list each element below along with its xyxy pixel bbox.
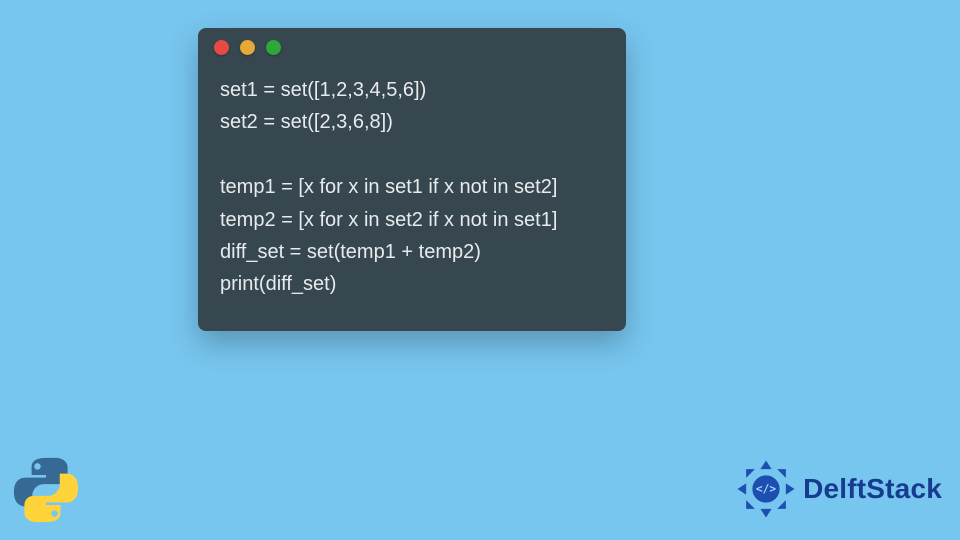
delftstack-mark-icon: </> <box>735 458 797 520</box>
code-line: temp2 = [x for x in set2 if x not in set… <box>220 209 557 231</box>
python-logo-icon <box>10 454 82 526</box>
code-line: set1 = set([1,2,3,4,5,6]) <box>220 79 426 101</box>
code-window: set1 = set([1,2,3,4,5,6]) set2 = set([2,… <box>198 28 626 331</box>
window-titlebar <box>198 28 626 66</box>
svg-text:</>: </> <box>756 483 776 496</box>
maximize-icon <box>266 40 281 55</box>
minimize-icon <box>240 40 255 55</box>
close-icon <box>214 40 229 55</box>
code-line: diff_set = set(temp1 + temp2) <box>220 241 481 263</box>
code-line: set2 = set([2,3,6,8]) <box>220 111 393 133</box>
code-line: print(diff_set) <box>220 273 336 295</box>
brand-name: DelftStack <box>803 473 942 505</box>
brand-area: </> DelftStack <box>735 458 942 520</box>
code-block: set1 = set([1,2,3,4,5,6]) set2 = set([2,… <box>198 66 626 311</box>
code-line: temp1 = [x for x in set1 if x not in set… <box>220 176 557 198</box>
